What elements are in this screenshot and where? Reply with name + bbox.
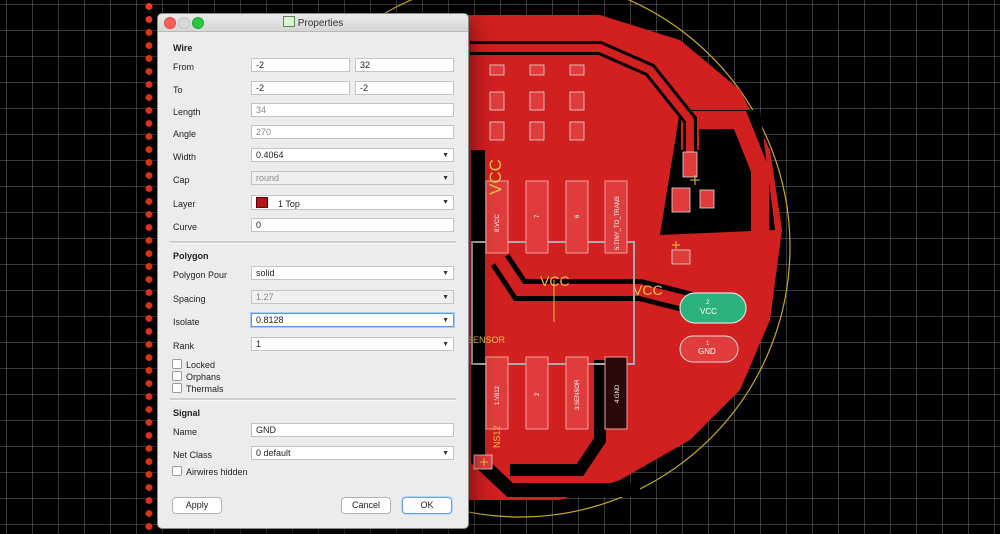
polygon-pour-value: solid bbox=[256, 268, 275, 278]
wire-heading: Wire bbox=[173, 43, 193, 53]
layer-label: Layer bbox=[173, 199, 196, 209]
chevron-down-icon: ▼ bbox=[442, 152, 449, 159]
locked-checkbox[interactable]: Locked bbox=[172, 359, 215, 370]
cap-select[interactable]: round ▼ bbox=[251, 171, 454, 185]
label-ns12: NS12 bbox=[492, 425, 502, 448]
chevron-down-icon: ▼ bbox=[442, 450, 449, 457]
width-label: Width bbox=[173, 152, 197, 162]
width-value: 0.4064 bbox=[256, 150, 284, 160]
polygon-pour-label: Polygon Pour bbox=[173, 270, 228, 280]
titlebar[interactable]: Properties bbox=[158, 14, 468, 32]
section-divider bbox=[170, 241, 456, 244]
pad-label-8vcc: 8:VCC bbox=[495, 214, 501, 232]
to-x-field[interactable]: -2 bbox=[251, 81, 350, 95]
length-field[interactable]: 34 bbox=[251, 103, 454, 117]
from-y-field[interactable]: 32 bbox=[355, 58, 454, 72]
rank-label: Rank bbox=[173, 341, 195, 351]
chevron-down-icon: ▼ bbox=[442, 317, 449, 324]
isolate-value: 0.8128 bbox=[256, 315, 284, 325]
spacing-value: 1.27 bbox=[256, 292, 274, 302]
layer-color-swatch bbox=[256, 197, 268, 208]
width-select[interactable]: 0.4064 ▼ bbox=[251, 148, 454, 162]
airwires-checkbox-box[interactable] bbox=[172, 466, 182, 476]
pad-label-5: 5:TINY_TO_TRANS bbox=[615, 196, 621, 250]
properties-icon bbox=[282, 16, 295, 27]
locked-checkbox-box[interactable] bbox=[172, 359, 182, 369]
thermals-label: Thermals bbox=[186, 384, 224, 394]
rank-select[interactable]: 1 ▼ bbox=[251, 337, 454, 351]
net-class-select[interactable]: 0 default ▼ bbox=[251, 446, 454, 460]
name-label: Name bbox=[173, 427, 198, 437]
angle-field[interactable]: 270 bbox=[251, 125, 454, 139]
apply-button[interactable]: Apply bbox=[172, 497, 222, 514]
curve-label: Curve bbox=[173, 222, 198, 232]
isolate-select[interactable]: 0.8128 ▼ bbox=[251, 313, 454, 327]
from-label: From bbox=[173, 62, 194, 72]
chevron-down-icon: ▼ bbox=[442, 341, 449, 348]
curve-field[interactable]: 0 bbox=[251, 218, 454, 232]
polygon-pour-select[interactable]: solid ▼ bbox=[251, 266, 454, 280]
pad-label-1v: 1:V812 bbox=[495, 385, 501, 405]
airwires-hidden-checkbox[interactable]: Airwires hidden bbox=[172, 466, 248, 477]
spacing-label: Spacing bbox=[173, 294, 206, 304]
ok-button[interactable]: OK bbox=[402, 497, 452, 514]
label-vcc-big: VCC bbox=[486, 159, 505, 195]
label-vcc-mid: VCC bbox=[540, 273, 570, 289]
orphans-checkbox[interactable]: Orphans bbox=[172, 371, 221, 382]
orphans-label: Orphans bbox=[186, 372, 221, 382]
cancel-button[interactable]: Cancel bbox=[341, 497, 391, 514]
chevron-down-icon: ▼ bbox=[442, 199, 449, 206]
orphans-checkbox-box[interactable] bbox=[172, 371, 182, 381]
angle-label: Angle bbox=[173, 129, 197, 139]
isolate-label: Isolate bbox=[173, 317, 200, 327]
polygon-heading: Polygon bbox=[173, 251, 209, 261]
from-x-field[interactable]: -2 bbox=[251, 58, 350, 72]
locked-label: Locked bbox=[186, 360, 216, 370]
chevron-down-icon: ▼ bbox=[442, 175, 449, 182]
window-title: Properties bbox=[297, 18, 344, 29]
label-pad-vcc: VCC bbox=[700, 307, 717, 316]
cap-value: round bbox=[256, 173, 280, 183]
chevron-down-icon: ▼ bbox=[442, 294, 449, 301]
layer-value: 1 Top bbox=[278, 199, 300, 209]
signal-name-field[interactable]: GND bbox=[251, 423, 454, 437]
pad-label-4: 4:GND bbox=[615, 384, 621, 403]
label-pad-gnd: GND bbox=[698, 347, 716, 356]
spacing-select[interactable]: 1.27 ▼ bbox=[251, 290, 454, 304]
board-edge-dots bbox=[144, 0, 154, 534]
signal-heading: Signal bbox=[173, 408, 201, 418]
label-vcc-right: VCC bbox=[633, 282, 663, 298]
thermals-checkbox-box[interactable] bbox=[172, 383, 182, 393]
length-label: Length bbox=[173, 107, 201, 117]
net-class-label: Net Class bbox=[173, 450, 213, 460]
to-y-field[interactable]: -2 bbox=[355, 81, 454, 95]
section-divider bbox=[170, 398, 456, 401]
airwires-hidden-label: Airwires hidden bbox=[186, 467, 248, 477]
chevron-down-icon: ▼ bbox=[442, 270, 449, 277]
pad-label-3: 3:SENSOR bbox=[575, 379, 581, 410]
rank-value: 1 bbox=[256, 339, 262, 349]
to-label: To bbox=[173, 85, 183, 95]
label-sensor: SENSOR bbox=[467, 335, 506, 345]
thermals-checkbox[interactable]: Thermals bbox=[172, 383, 224, 394]
properties-dialog: Properties Wire From -2 32 To -2 -2 Leng… bbox=[157, 13, 469, 529]
net-class-value: 0 default bbox=[256, 448, 291, 458]
layer-select[interactable]: 1 Top ▼ bbox=[251, 195, 454, 210]
cap-label: Cap bbox=[173, 175, 190, 185]
